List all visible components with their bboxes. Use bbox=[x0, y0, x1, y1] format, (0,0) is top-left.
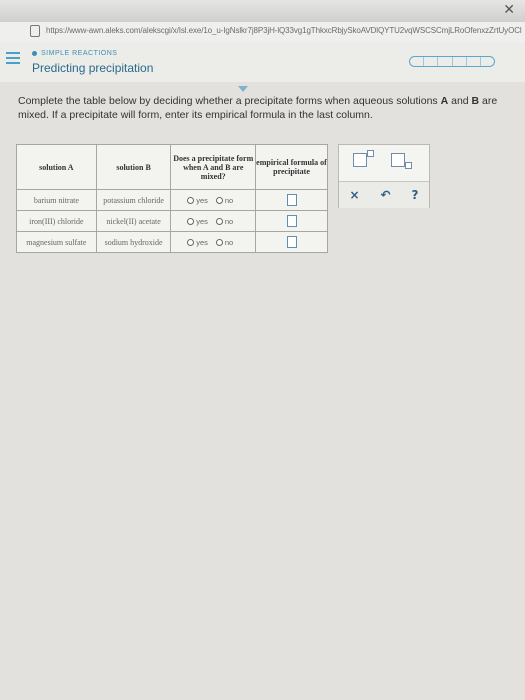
formula-cell bbox=[255, 189, 328, 211]
formula-input[interactable] bbox=[286, 236, 297, 248]
subscript-small-icon bbox=[405, 162, 412, 169]
browser-title-bar: ✕ bbox=[0, 0, 525, 22]
topic-category: SIMPLE REACTIONS bbox=[32, 50, 117, 57]
app-header: SIMPLE REACTIONS Predicting precipitatio… bbox=[0, 42, 525, 83]
precipitate-choice: yes no bbox=[170, 210, 257, 232]
header-empirical-formula: empirical formula of precipitate bbox=[255, 144, 328, 190]
precipitate-choice: yes no bbox=[170, 231, 257, 253]
header-precipitate-forms: Does a precipitate form when A and B are… bbox=[170, 144, 257, 190]
no-radio[interactable] bbox=[215, 196, 223, 204]
solution-a-cell: iron(III) chloride bbox=[16, 210, 97, 232]
formula-cell bbox=[255, 231, 328, 253]
table-row: iron(III) chloride nickel(II) acetate ye… bbox=[16, 210, 328, 232]
formula-input[interactable] bbox=[286, 194, 297, 206]
formula-cell bbox=[255, 210, 328, 232]
lock-icon bbox=[30, 25, 40, 37]
address-bar[interactable]: https://www-awn.aleks.com/alekscgi/x/Isl… bbox=[0, 22, 525, 43]
help-button[interactable]: ? bbox=[412, 188, 419, 202]
table-row: magnesium sulfate sodium hydroxide yes n… bbox=[16, 231, 328, 253]
chevron-down-icon[interactable] bbox=[238, 86, 248, 92]
table-row: barium nitrate potassium chloride yes no bbox=[16, 189, 328, 211]
close-window-icon[interactable]: ✕ bbox=[503, 2, 515, 18]
instructions: Complete the table below by deciding whe… bbox=[18, 95, 498, 121]
undo-button[interactable]: ↶ bbox=[381, 188, 391, 202]
yes-radio[interactable] bbox=[187, 196, 195, 204]
menu-icon[interactable] bbox=[6, 52, 20, 66]
header-solution-a: solution A bbox=[16, 144, 97, 190]
solution-b-cell: nickel(II) acetate bbox=[95, 210, 172, 232]
tool-actions: × ↶ ? bbox=[339, 181, 429, 208]
yes-radio[interactable] bbox=[187, 217, 195, 225]
url-text[interactable]: https://www-awn.aleks.com/alekscgi/x/Isl… bbox=[46, 26, 522, 35]
solution-b-cell: sodium hydroxide bbox=[95, 231, 172, 253]
header-solution-b: solution B bbox=[95, 144, 172, 190]
superscript-small-icon bbox=[367, 150, 374, 157]
superscript-box-icon[interactable] bbox=[353, 153, 367, 167]
no-radio[interactable] bbox=[215, 238, 223, 246]
precipitate-choice: yes no bbox=[170, 189, 257, 211]
subscript-box-icon[interactable] bbox=[391, 153, 405, 167]
clear-button[interactable]: × bbox=[349, 188, 359, 202]
solution-a-cell: barium nitrate bbox=[16, 189, 97, 211]
progress-bar bbox=[409, 56, 495, 67]
precipitation-table: solution A solution B Does a precipitate… bbox=[16, 144, 328, 253]
topic-dot-icon bbox=[32, 50, 37, 56]
solution-b-cell: potassium chloride bbox=[95, 189, 172, 211]
formula-tool-panel: × ↶ ? bbox=[338, 144, 430, 208]
no-radio[interactable] bbox=[215, 217, 223, 225]
solution-a-cell: magnesium sulfate bbox=[16, 231, 97, 253]
topic-title: Predicting precipitation bbox=[32, 61, 154, 75]
formula-input[interactable] bbox=[286, 215, 297, 227]
yes-radio[interactable] bbox=[187, 238, 195, 246]
